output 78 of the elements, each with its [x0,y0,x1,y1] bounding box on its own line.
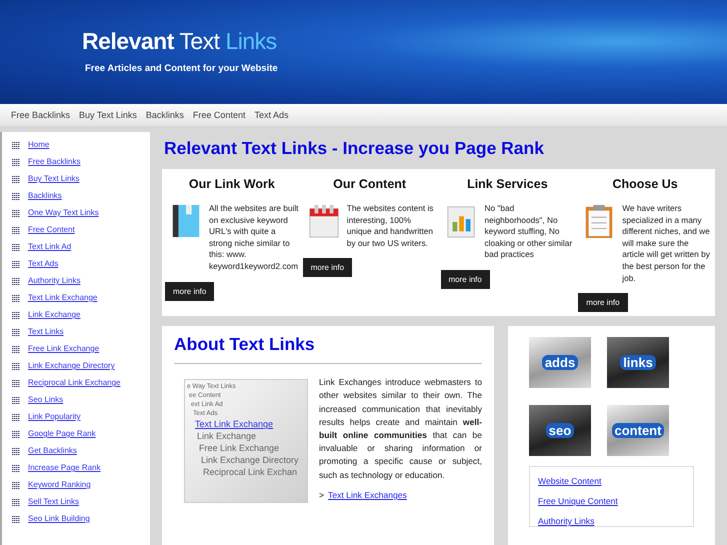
sidebar-link[interactable]: Sell Text Links [28,496,79,508]
grid-bullet-icon [12,210,20,217]
nav-link[interactable]: Free Backlinks [11,110,70,120]
tagline: Free Articles and Content for your Website [85,63,279,74]
more-info-button[interactable]: more info [440,270,490,289]
sidebar-link[interactable]: Free Content [28,224,75,236]
grid-bullet-icon [12,414,20,421]
sidebar-link[interactable]: Get Backlinks [28,445,77,458]
grid-bullet-icon [12,312,20,319]
about-title: About Text Links [174,334,316,356]
grid-bullet-icon [12,142,20,149]
nav-link[interactable]: Buy Text Links [79,110,137,120]
sidebar-link[interactable]: One Way Text Links [28,207,99,220]
grid-bullet-icon [12,260,20,268]
grid-bullet-icon [12,516,20,523]
grid-bullet-icon [12,192,20,200]
grid-bullet-icon [12,158,20,166]
nav-link[interactable]: Backlinks [146,110,184,120]
sidebar-link[interactable]: Google Page Rank [28,428,96,440]
feature-text: The websites content is interesting, 100% unique and handwritten by our two US writers. [346,203,434,250]
sidebar-link[interactable]: Free Link Exchange [28,343,100,356]
feature-title: Our Link Work [188,177,276,191]
feature-title: Choose Us [611,177,679,191]
about-text: Link Exchanges introduce webmasters to other websites similar to their own. The increased communication that inevitably results helps create and maintain well-built online communities that can be invaluable or sharing information or promoting a specific cause or subject, such as technology or education. [319,376,482,482]
grid-bullet-icon [12,464,20,472]
grid-bullet-icon [12,380,20,387]
grid-bullet-icon [12,176,20,183]
sidebar-link[interactable]: Buy Text Links [28,173,80,186]
sidebar-link[interactable]: Link Popularity [28,411,80,424]
grid-bullet-icon [12,328,20,336]
grid-bullet-icon [12,278,20,285]
sidebar-link[interactable]: Text Link Ad [28,241,72,254]
sidebar-link[interactable]: Home [28,139,50,152]
sidebar-link[interactable]: Seo Link Building [28,513,90,526]
grid-bullet-icon [12,498,20,506]
text-link[interactable]: Text Link Exchanges [328,490,407,500]
site-logo: Relevant Text Links [82,30,278,53]
grid-bullet-icon [12,482,20,489]
sidebar-link[interactable]: Text Link Exchange [28,292,98,304]
feature-title: Our Content [332,177,408,191]
grid-bullet-icon [12,226,20,234]
side-link[interactable]: Free Unique Content [538,496,685,506]
nav-link[interactable]: Text Ads [254,110,288,120]
sidebar-link[interactable]: Text Links [28,326,64,338]
sidebar-link[interactable]: Link Exchange Directory [28,360,115,372]
feature-text: No "bad neighborhoods", No keyword stuffing, No cloaking or other similar bad practices [484,203,574,261]
sidebar-link[interactable]: Link Exchange [28,309,80,322]
more-info-button[interactable]: more info [302,258,352,278]
feature-text: We have writers specialized in a many different niches, and we will make sure the article will get written by the best person for the job. [622,203,711,284]
more-info-button[interactable]: more info [165,282,214,301]
side-link[interactable]: Authority Links [538,516,685,526]
sidebar-link[interactable]: Text Ads [28,258,58,270]
calendar-icon [306,203,341,239]
grid-bullet-icon [12,244,20,251]
nav-link[interactable]: Free Content [192,110,246,120]
page-title: Relevant Text Links - Increase you Page Rank [164,138,545,159]
sidebar-link[interactable]: Backlinks [28,190,62,202]
grid-bullet-icon [12,448,20,455]
sidebar-link[interactable]: Free Backlinks [28,156,80,168]
sidebar-link[interactable]: Seo Links [28,394,64,406]
sidebar-link[interactable]: Authority Links [28,275,80,288]
tile-banner[interactable]: links [607,337,669,388]
sidebar-link[interactable]: Increase Page Rank [28,462,100,474]
grid-bullet-icon [12,346,20,353]
grid-bullet-icon [12,396,20,404]
sidebar-link[interactable]: Keyword Ranking [28,479,91,492]
feature-text: All the websites are built on exclusive keyword URL's with quite a strong niche similar to this: www. keyword1keyword2.com [209,203,299,273]
tile-banner[interactable]: adds [529,337,591,388]
tile-banner[interactable]: seo [529,405,591,456]
link-prefix: > [319,490,324,500]
side-link[interactable]: Website Content [538,476,685,486]
grid-bullet-icon [12,430,20,438]
grid-bullet-icon [12,294,20,302]
feature-title: Link Services [466,177,549,191]
more-info-button[interactable]: more info [578,293,628,312]
sidebar-link[interactable]: Reciprocal Link Exchange [28,377,120,390]
tile-banner[interactable]: content [607,405,669,456]
grid-bullet-icon [12,362,20,370]
